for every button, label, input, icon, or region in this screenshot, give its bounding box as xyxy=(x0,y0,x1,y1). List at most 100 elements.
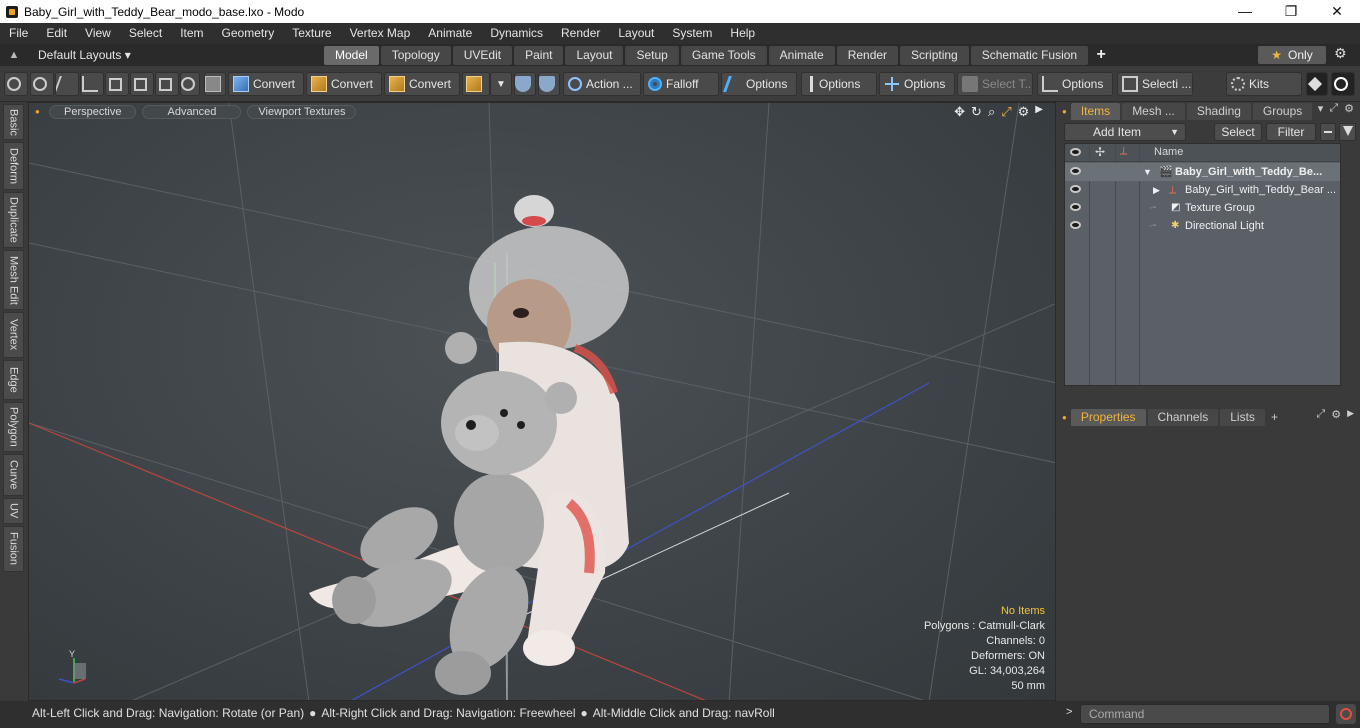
select-vertices-button[interactable] xyxy=(4,72,28,96)
menu-render[interactable]: Render xyxy=(552,23,609,44)
expand-triangle-icon[interactable]: ▶ xyxy=(1153,181,1160,199)
record-macro-button[interactable] xyxy=(1336,704,1356,724)
tab-layout[interactable]: Layout xyxy=(565,45,624,65)
tab-deform[interactable]: Deform xyxy=(3,142,24,190)
pan-icon[interactable]: ✥ xyxy=(954,104,965,120)
menu-edit[interactable]: Edit xyxy=(37,23,76,44)
lock-icon[interactable]: ✢ xyxy=(1095,145,1105,159)
tab-game-tools[interactable]: Game Tools xyxy=(680,45,767,65)
tab-vertex[interactable]: Vertex xyxy=(3,312,24,358)
select-button[interactable]: Select xyxy=(1214,123,1262,141)
visibility-eye-icon[interactable] xyxy=(1070,203,1081,211)
tab-uvedit[interactable]: UVEdit xyxy=(452,45,513,65)
tab-animate[interactable]: Animate xyxy=(768,45,835,65)
advanced-shading-button[interactable]: Advanced xyxy=(142,105,242,119)
tab-setup[interactable]: Setup xyxy=(625,45,679,65)
zoom-icon[interactable]: ⌕ xyxy=(988,104,995,120)
shield-snap-button-2[interactable] xyxy=(538,72,560,96)
convert-button-1[interactable]: Convert xyxy=(228,72,304,96)
chevron-down-icon[interactable]: ▾ xyxy=(1318,102,1324,115)
filter-button[interactable]: Filter xyxy=(1266,123,1316,141)
menu-animate[interactable]: Animate xyxy=(419,23,481,44)
options-button-2[interactable]: Options xyxy=(801,72,877,96)
pivot-mode-button[interactable] xyxy=(130,72,154,96)
tab-schematic-fusion[interactable]: Schematic Fusion xyxy=(970,45,1089,65)
tab-curve[interactable]: Curve xyxy=(3,454,24,496)
maximize-panel-icon[interactable]: ⤢ xyxy=(1329,102,1338,115)
maximize-viewport-icon[interactable]: ⤢ xyxy=(1001,104,1011,120)
collapse-up-icon[interactable]: ▲ xyxy=(0,49,28,61)
visibility-eye-icon[interactable] xyxy=(1070,148,1081,156)
menu-select[interactable]: Select xyxy=(120,23,171,44)
unity-button[interactable] xyxy=(1306,72,1328,96)
command-input[interactable]: Command xyxy=(1080,704,1330,724)
item-mode-button[interactable] xyxy=(105,72,129,96)
tab-edge[interactable]: Edge xyxy=(3,360,24,400)
symmetry-dropdown[interactable]: ▼ xyxy=(490,72,512,96)
tab-fusion[interactable]: Fusion xyxy=(3,526,24,572)
tab-model[interactable]: Model xyxy=(324,45,379,65)
falloff-button[interactable]: Falloff xyxy=(643,72,719,96)
collapse-button[interactable] xyxy=(1320,123,1336,141)
tab-shading[interactable]: Shading xyxy=(1186,102,1251,120)
visibility-eye-icon[interactable] xyxy=(1070,167,1081,175)
viewport-menu-icon[interactable]: ● xyxy=(35,108,43,116)
viewport-settings-gear-icon[interactable]: ⚙ xyxy=(1018,104,1030,120)
gear-icon[interactable]: ⚙ xyxy=(1344,102,1354,115)
rotate-icon[interactable]: ↻ xyxy=(971,104,982,120)
only-toggle-button[interactable]: ★ Only xyxy=(1258,46,1326,64)
tab-paint[interactable]: Paint xyxy=(514,45,564,65)
select-through-button[interactable]: Select T... xyxy=(957,72,1033,96)
list-item-mesh[interactable]: ▶ ⟂ Baby_Girl_with_Teddy_Bear ... xyxy=(1065,181,1340,199)
menu-item[interactable]: Item xyxy=(171,23,212,44)
tab-basic[interactable]: Basic xyxy=(3,104,24,140)
tab-duplicate[interactable]: Duplicate xyxy=(3,192,24,248)
viewport-expand-arrow-icon[interactable]: ▶ xyxy=(1035,104,1043,120)
3d-viewport[interactable]: Y ● Perspective Advanced Viewport Textur… xyxy=(28,102,1056,701)
view-mode-button[interactable]: Perspective xyxy=(49,105,137,119)
tab-lists[interactable]: Lists xyxy=(1220,408,1265,426)
tab-items[interactable]: Items xyxy=(1070,102,1121,120)
panel-menu-icon[interactable]: ● xyxy=(1062,413,1067,422)
menu-layout[interactable]: Layout xyxy=(609,23,663,44)
funnel-filter-button[interactable] xyxy=(1339,123,1356,141)
tab-mesh[interactable]: Mesh ... xyxy=(1122,102,1185,120)
command-history-arrow-icon[interactable]: > xyxy=(1066,706,1072,718)
brush-tool-button[interactable] xyxy=(80,72,104,96)
panel-menu-icon[interactable]: ● xyxy=(1062,107,1067,116)
tab-scripting[interactable]: Scripting xyxy=(900,45,969,65)
options-button-1[interactable]: Options xyxy=(721,72,797,96)
tab-mesh-edit[interactable]: Mesh Edit xyxy=(3,250,24,310)
tab-properties[interactable]: Properties xyxy=(1070,408,1146,426)
symmetry-button[interactable] xyxy=(462,72,490,96)
action-center-button[interactable]: Action ... xyxy=(563,72,641,96)
add-item-dropdown[interactable]: Add Item ▼ xyxy=(1064,123,1186,141)
visibility-eye-icon[interactable] xyxy=(1070,221,1081,229)
expand-triangle-icon[interactable]: ▼ xyxy=(1143,163,1152,181)
add-layout-tab-button[interactable]: + xyxy=(1090,46,1112,64)
kits-button[interactable]: Kits xyxy=(1226,72,1302,96)
tab-polygon[interactable]: Polygon xyxy=(3,402,24,452)
options-button-3[interactable]: Options xyxy=(879,72,955,96)
layout-dropdown[interactable]: Default Layouts ▾ xyxy=(28,48,324,62)
menu-vertex-map[interactable]: Vertex Map xyxy=(341,23,420,44)
material-mode-button[interactable] xyxy=(204,72,226,96)
close-button[interactable]: ✕ xyxy=(1314,0,1360,23)
options-button-4[interactable]: Options xyxy=(1037,72,1113,96)
chevron-right-icon[interactable]: ▶ xyxy=(1347,408,1354,421)
polygon-mode-button[interactable] xyxy=(180,72,200,96)
list-item-scene[interactable]: ▼ 🎬 Baby_Girl_with_Teddy_Be... xyxy=(1065,163,1340,181)
menu-view[interactable]: View xyxy=(76,23,120,44)
tab-uv[interactable]: UV xyxy=(3,498,24,524)
maximize-panel-icon[interactable]: ⤢ xyxy=(1316,408,1325,421)
visibility-eye-icon[interactable] xyxy=(1070,185,1081,193)
select-edges-button[interactable] xyxy=(30,72,54,96)
list-item-texture-group[interactable]: ·╴ ◩ Texture Group xyxy=(1065,199,1340,217)
gear-icon[interactable]: ⚙ xyxy=(1331,408,1341,421)
center-mode-button[interactable] xyxy=(155,72,179,96)
type-icon[interactable]: ⟂ xyxy=(1120,145,1127,158)
tab-groups[interactable]: Groups xyxy=(1252,102,1313,120)
item-list-scrollbar[interactable] xyxy=(1341,143,1351,386)
menu-help[interactable]: Help xyxy=(721,23,764,44)
menu-system[interactable]: System xyxy=(663,23,721,44)
